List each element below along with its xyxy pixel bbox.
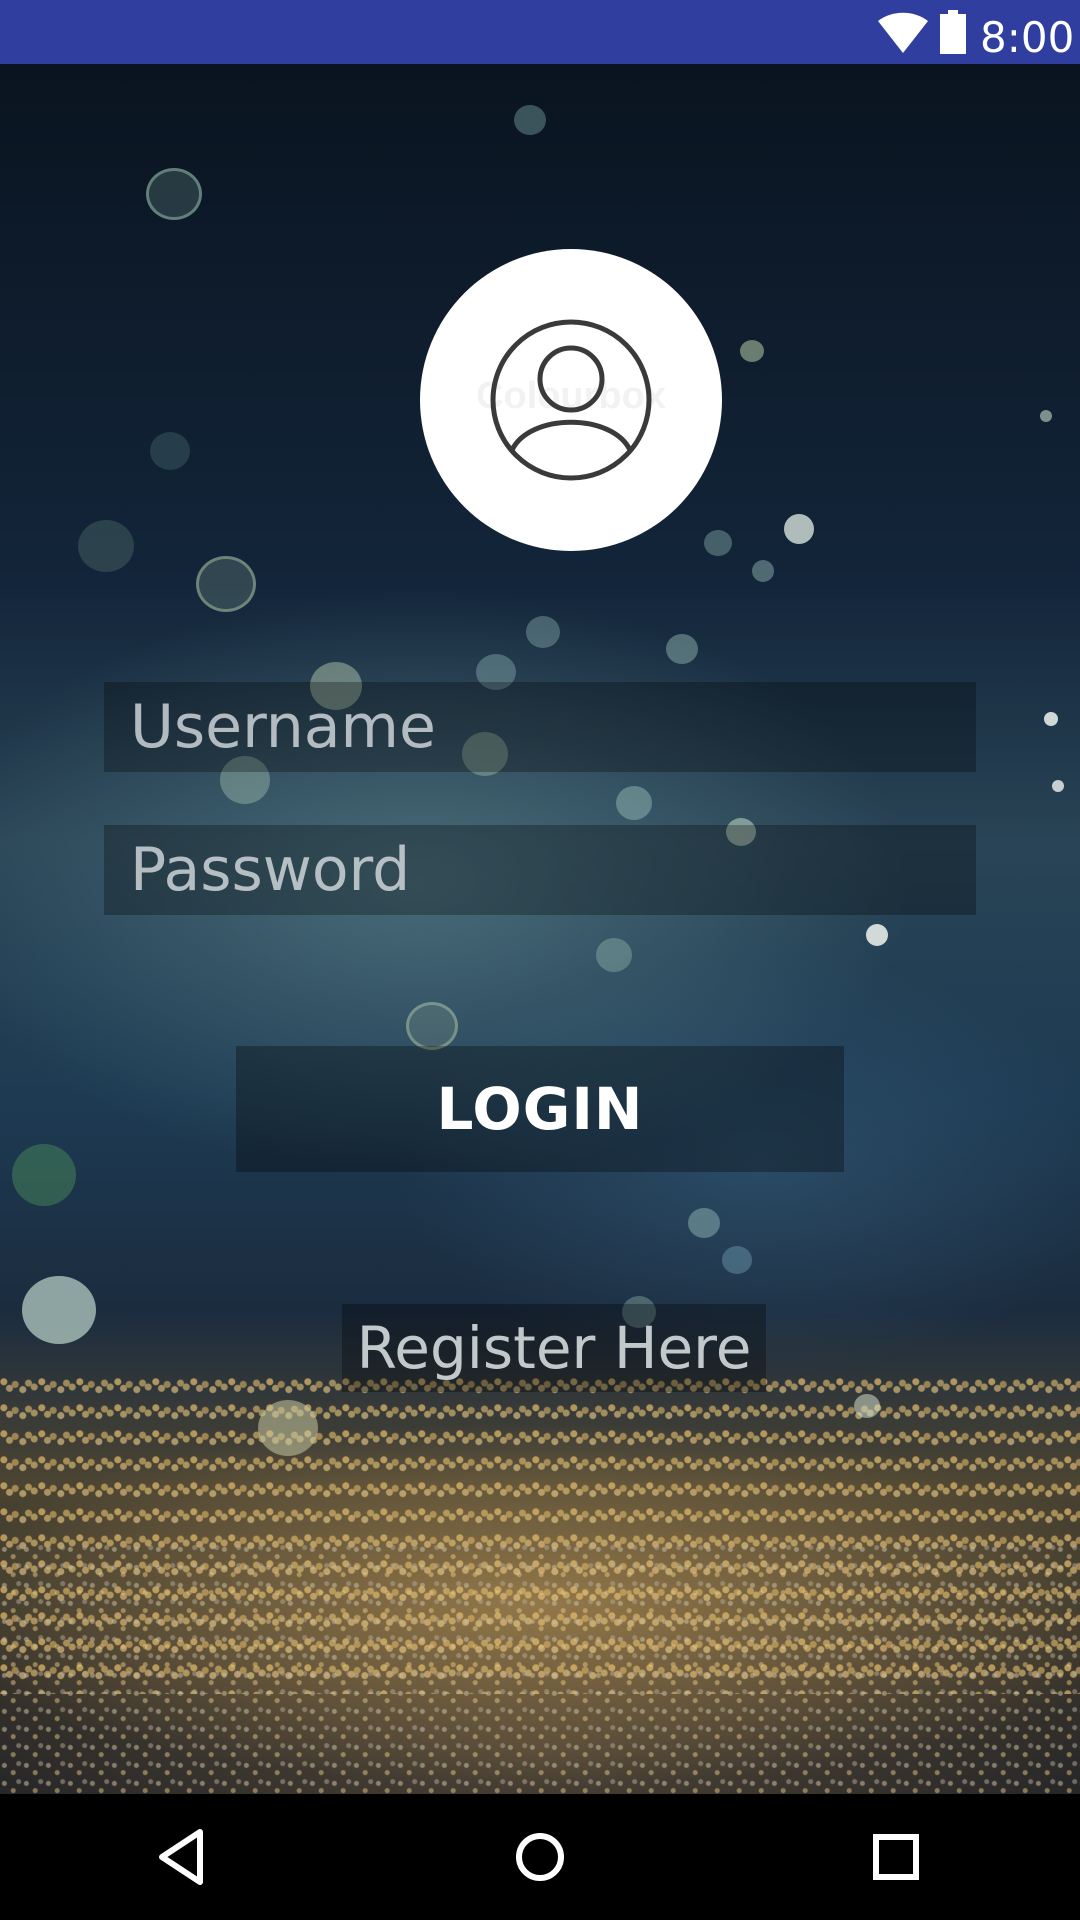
bokeh-dot bbox=[784, 514, 814, 544]
bokeh-dot bbox=[258, 1400, 318, 1456]
bokeh-dot bbox=[78, 520, 134, 572]
bokeh-dot bbox=[12, 1144, 76, 1206]
status-bar: 8:00 bbox=[0, 0, 1080, 64]
bokeh-dot bbox=[150, 432, 190, 470]
register-link[interactable]: Register Here bbox=[342, 1304, 766, 1392]
bokeh-dot bbox=[514, 105, 546, 135]
bokeh-dot bbox=[22, 1276, 96, 1344]
bokeh-dot bbox=[854, 1394, 880, 1418]
user-account-icon bbox=[490, 319, 652, 481]
avatar: Colourbox bbox=[420, 249, 722, 551]
bokeh-dot bbox=[666, 634, 698, 664]
login-screen: 8:00 Colourbox Username LOGIN Register H… bbox=[0, 0, 1080, 1920]
bokeh-dot bbox=[688, 1208, 720, 1238]
back-icon[interactable] bbox=[150, 1824, 216, 1890]
bokeh-dot bbox=[722, 1246, 752, 1274]
recents-icon[interactable] bbox=[863, 1824, 929, 1890]
password-field[interactable] bbox=[104, 825, 976, 915]
wifi-icon bbox=[878, 12, 928, 53]
status-time: 8:00 bbox=[980, 13, 1075, 62]
battery-icon bbox=[940, 10, 966, 54]
bokeh-dot bbox=[196, 556, 256, 612]
bokeh-dot bbox=[752, 560, 774, 582]
bokeh-dot bbox=[406, 1002, 458, 1050]
glitter-band-lower bbox=[0, 1544, 1080, 1794]
bokeh-dot bbox=[146, 168, 202, 220]
bokeh-dot bbox=[1040, 410, 1052, 422]
login-button[interactable]: LOGIN bbox=[236, 1046, 844, 1172]
navigation-bar bbox=[0, 1794, 1080, 1920]
bokeh-dot bbox=[866, 924, 888, 946]
bokeh-dot bbox=[740, 340, 764, 362]
bokeh-dot bbox=[704, 530, 732, 556]
home-icon[interactable] bbox=[507, 1824, 573, 1890]
bokeh-dot bbox=[1044, 712, 1058, 726]
glitter-band bbox=[0, 1374, 1080, 1694]
bokeh-dot bbox=[616, 786, 652, 820]
bokeh-dot bbox=[526, 616, 560, 648]
username-field[interactable] bbox=[104, 682, 976, 772]
bokeh-dot bbox=[1052, 780, 1064, 792]
bokeh-dot bbox=[596, 938, 632, 972]
